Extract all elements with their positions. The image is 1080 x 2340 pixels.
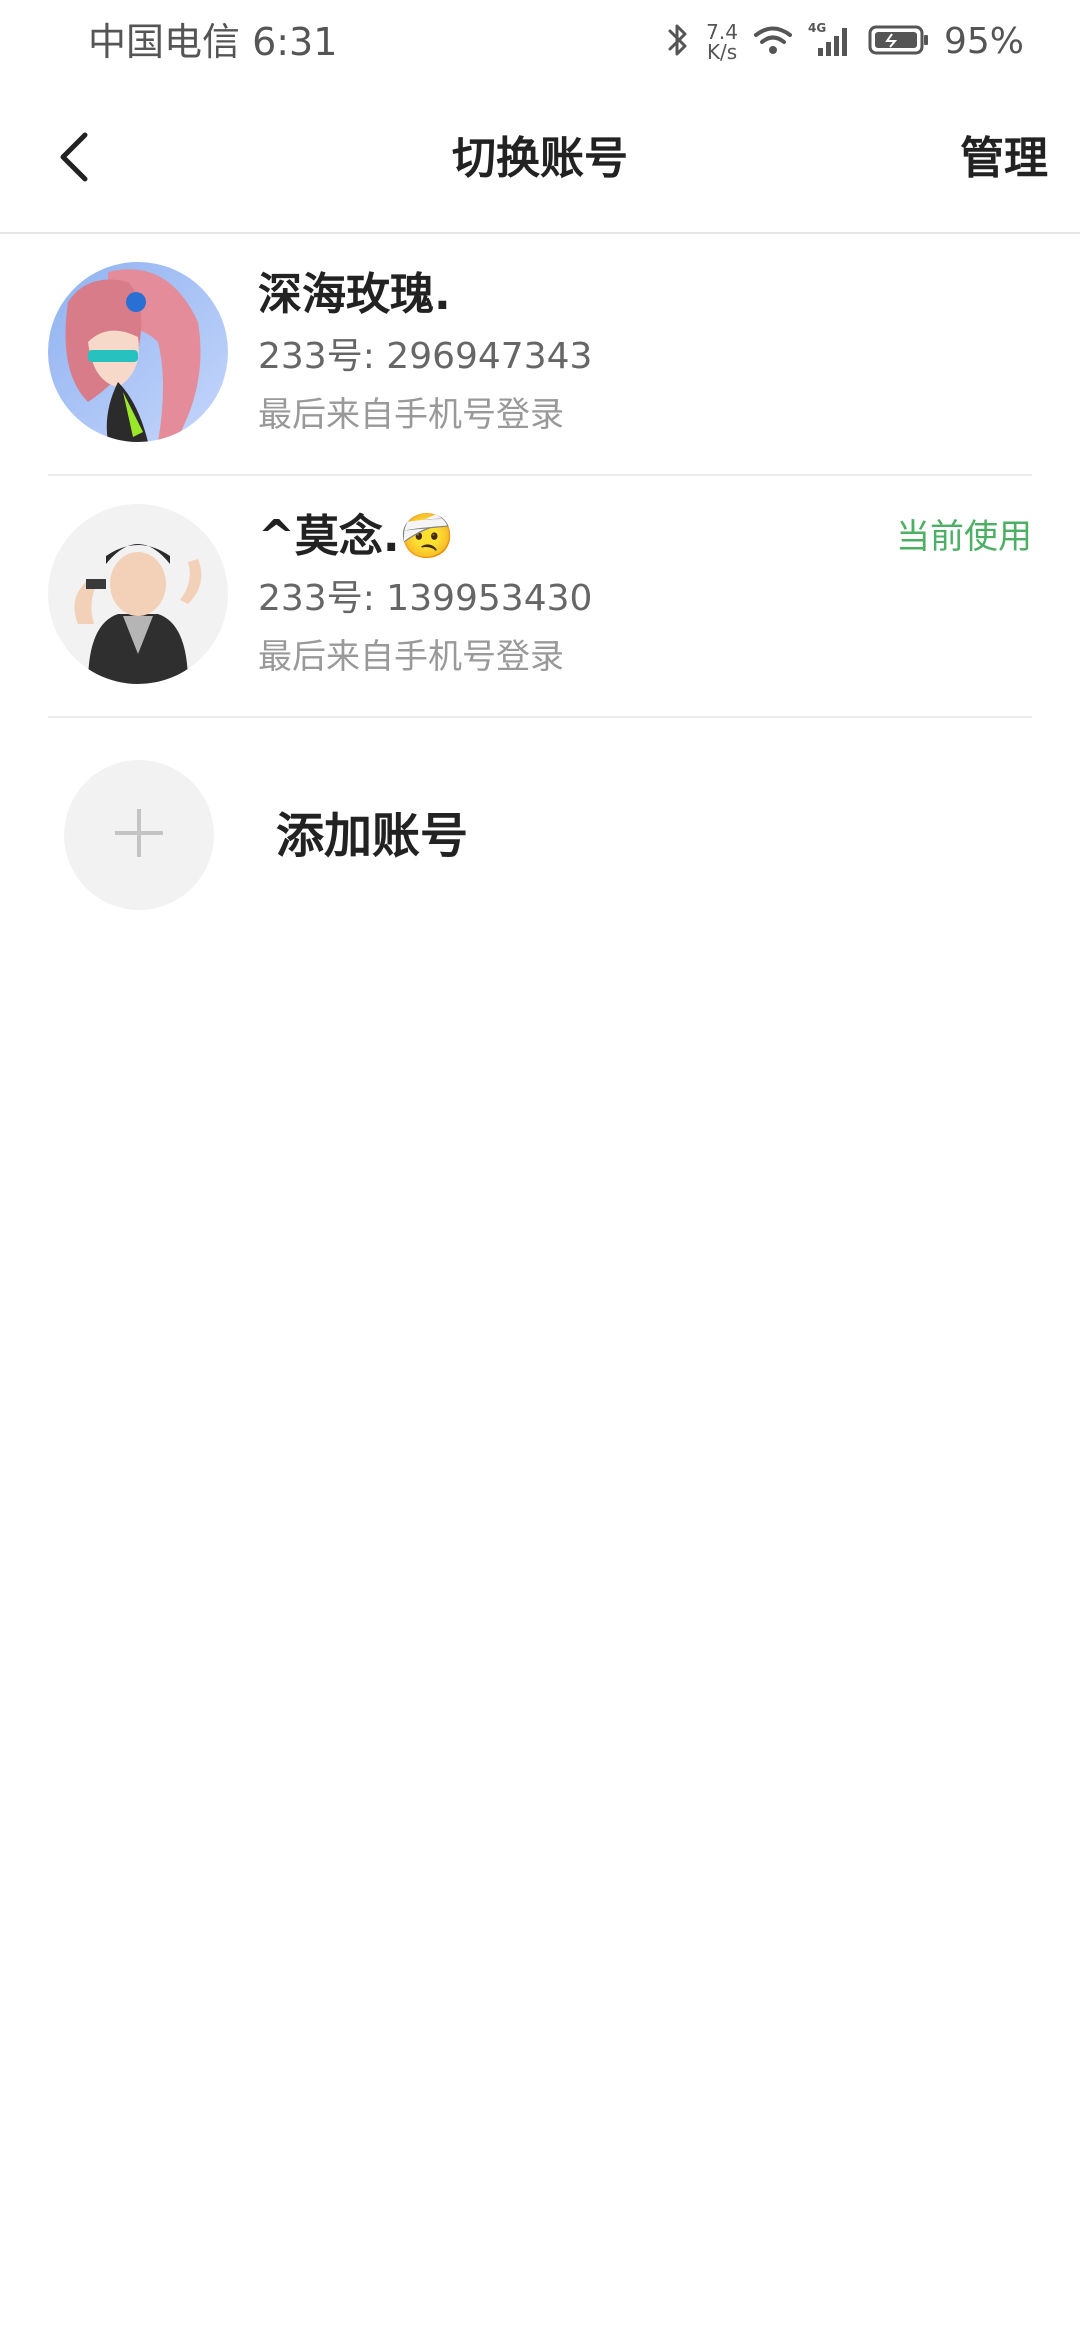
add-account-circle bbox=[64, 760, 214, 910]
current-account-badge: 当前使用 bbox=[896, 517, 1032, 557]
network-speed: 7.4 K/s bbox=[706, 22, 738, 62]
page-title: 切换账号 bbox=[452, 133, 628, 184]
add-account-button[interactable]: 添加账号 bbox=[48, 760, 1032, 920]
account-row[interactable]: 深海玫瑰. 233号: 296947343 最后来自手机号登录 bbox=[48, 234, 1032, 476]
battery-icon bbox=[868, 23, 930, 61]
avatar bbox=[48, 504, 228, 684]
account-row[interactable]: ^莫念.🤕 233号: 139953430 最后来自手机号登录 当前使用 bbox=[48, 476, 1032, 718]
cellular-signal-icon: 4G bbox=[808, 20, 854, 64]
status-bar: 中国电信 6:31 7.4 K/s 4G 95% bbox=[0, 0, 1080, 84]
account-info: 深海玫瑰. 233号: 296947343 最后来自手机号登录 bbox=[258, 264, 1032, 444]
switch-account-screen: 中国电信 6:31 7.4 K/s 4G 95% 切换账号 管理 深海玫瑰. 2… bbox=[0, 0, 1080, 2340]
battery-percent: 95% bbox=[943, 21, 1024, 62]
add-account-label: 添加账号 bbox=[276, 808, 469, 864]
wifi-icon bbox=[752, 22, 794, 62]
account-id: 233号: 296947343 bbox=[258, 336, 593, 377]
network-type-label: 4G bbox=[808, 21, 826, 35]
account-login-source: 最后来自手机号登录 bbox=[258, 637, 564, 677]
top-app-bar: 切换账号 管理 bbox=[0, 84, 1080, 234]
account-name: 深海玫瑰. bbox=[258, 269, 451, 320]
bluetooth-icon bbox=[664, 20, 692, 64]
avatar bbox=[48, 262, 228, 442]
account-id: 233号: 139953430 bbox=[258, 578, 593, 619]
manage-button[interactable]: 管理 bbox=[960, 124, 1048, 194]
account-login-source: 最后来自手机号登录 bbox=[258, 395, 564, 435]
account-list: 深海玫瑰. 233号: 296947343 最后来自手机号登录 ^莫念.🤕 23… bbox=[0, 234, 1080, 718]
carrier-time: 中国电信 6:31 bbox=[88, 20, 338, 64]
plus-icon bbox=[113, 807, 165, 863]
network-speed-unit: K/s bbox=[706, 40, 738, 64]
network-speed-value: 7.4 bbox=[706, 20, 738, 44]
status-icons: 7.4 K/s 4G 95% bbox=[664, 16, 1024, 68]
